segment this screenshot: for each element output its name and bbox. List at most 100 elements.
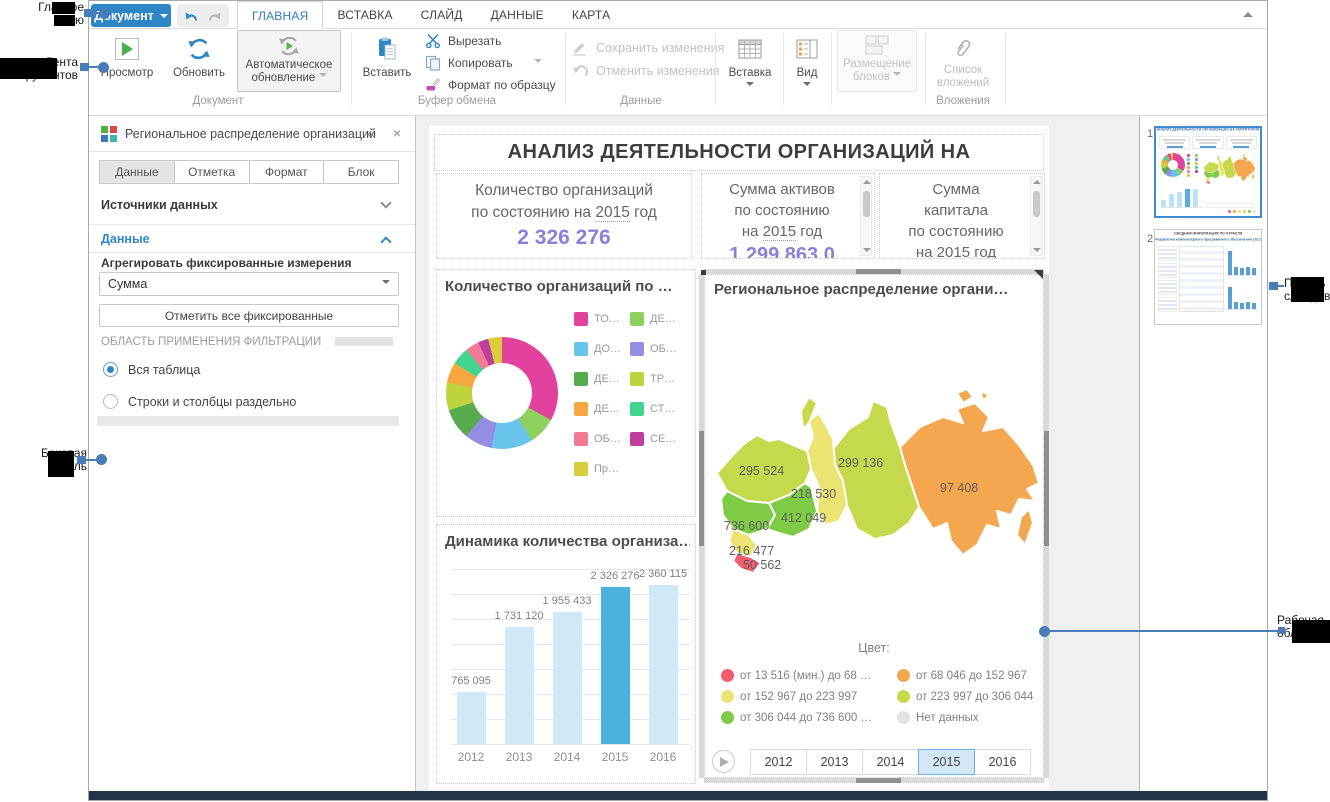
section-data[interactable]: Данные xyxy=(101,232,396,246)
tab-home[interactable]: ГЛАВНАЯ xyxy=(237,1,323,29)
selection-handle-left[interactable] xyxy=(699,431,704,546)
scroll-down-icon[interactable] xyxy=(863,248,871,252)
sidebar-scroll-track[interactable] xyxy=(97,416,399,426)
format-painter-button[interactable]: Формат по образцу xyxy=(425,76,556,94)
scroll-thumb[interactable] xyxy=(863,191,870,217)
paste-button[interactable]: Вставить xyxy=(357,32,417,80)
bar-2014[interactable] xyxy=(553,612,582,744)
bar-2012[interactable] xyxy=(457,692,486,744)
donut-chart-block[interactable]: Количество организаций по … ТО…ДЕ…ДО…ОБ…… xyxy=(436,269,696,517)
region-far-east-island[interactable] xyxy=(957,389,973,403)
ribbon-separator xyxy=(1005,33,1006,105)
section-data-sources[interactable]: Источники данных xyxy=(101,198,396,212)
callout-connector-dot xyxy=(99,8,110,19)
cut-button[interactable]: Вырезать xyxy=(425,32,501,50)
legend-label: ДЕ… xyxy=(594,403,620,415)
kpi-count-block[interactable]: Количество организаций по состоянию на 2… xyxy=(436,173,692,259)
scroll-down-icon[interactable] xyxy=(1033,248,1041,252)
sidebar-tab-format[interactable]: Формат xyxy=(250,161,325,183)
kpi-count-year[interactable]: 2015 xyxy=(595,204,629,222)
kpi-assets-scrollbar[interactable] xyxy=(860,176,872,256)
map-block[interactable]: Региональное распределение органи… xyxy=(704,274,1044,778)
collapse-panel-icon[interactable]: « xyxy=(367,125,375,141)
map-title: Региональное распределение органи… xyxy=(714,281,1008,298)
donut-legend-item[interactable]: ТР… xyxy=(630,364,690,394)
region-siberia[interactable] xyxy=(833,401,919,539)
tab-map[interactable]: КАРТА xyxy=(558,1,624,29)
kpi-capital-year[interactable]: 2015 xyxy=(937,244,970,259)
scroll-up-icon[interactable] xyxy=(863,180,871,184)
attachments-button[interactable]: Список вложений xyxy=(931,32,995,90)
screenshot-stage: Главное меню Лента инструментов Боковая … xyxy=(0,0,1330,802)
donut-legend-item[interactable]: ДЕ… xyxy=(574,364,630,394)
bar-2015[interactable] xyxy=(601,587,630,744)
tab-slide[interactable]: СЛАЙД xyxy=(407,1,477,29)
callout-connector-line xyxy=(1278,285,1284,287)
tab-insert[interactable]: ВСТАВКА xyxy=(323,1,406,29)
refresh-button[interactable]: Обновить xyxy=(165,32,233,80)
selection-corner-mark[interactable] xyxy=(1034,270,1043,279)
scroll-thumb[interactable] xyxy=(1033,191,1040,217)
bar-2016[interactable] xyxy=(649,585,678,744)
year-button-2012[interactable]: 2012 xyxy=(750,749,807,775)
sidebar-tab-block[interactable]: Блок xyxy=(324,161,398,183)
region-far-east-island[interactable] xyxy=(981,391,989,401)
bar-chart-block[interactable]: Динамика количества организа… 765 095201… xyxy=(436,524,696,784)
auto-refresh-button[interactable]: Автоматическое обновление xyxy=(237,30,341,92)
donut-legend-item[interactable]: СТ… xyxy=(630,394,690,424)
kpi-capital-scrollbar[interactable] xyxy=(1030,176,1042,256)
view-button[interactable]: Вид xyxy=(787,32,827,90)
kpi-assets-block[interactable]: Сумма активов по состоянию на 2015 год 1… xyxy=(701,173,875,259)
kpi-capital-block[interactable]: Сумма капитала по состоянию на 2015 год xyxy=(879,173,1045,259)
donut-legend-item[interactable]: ДЕ… xyxy=(630,304,690,334)
sidebar-tab-data[interactable]: Данные xyxy=(100,161,175,183)
slide-thumbnail-2[interactable]: СВОДНАЯ ИНФОРМАЦИЯ ПО ОТРАСЛИ Разработка… xyxy=(1154,229,1262,325)
donut-legend-item[interactable]: Пр… xyxy=(574,454,630,484)
year-button-2014[interactable]: 2014 xyxy=(862,749,919,775)
undo-icon[interactable] xyxy=(182,7,200,25)
slide1-mini-map-legend xyxy=(1228,210,1256,213)
close-panel-icon[interactable]: × xyxy=(393,125,401,141)
donut-chart[interactable] xyxy=(446,337,558,449)
redo-icon[interactable] xyxy=(206,7,224,25)
aggregate-label: Агрегировать фиксированные измерения xyxy=(101,256,396,270)
legend-dot xyxy=(897,711,910,724)
donut-legend-item[interactable]: СЕ… xyxy=(630,424,690,454)
donut-legend-item[interactable]: ДЕ… xyxy=(574,394,630,424)
selection-handle-right[interactable] xyxy=(1044,431,1049,546)
sidebar-tab-mark[interactable]: Отметка xyxy=(175,161,250,183)
undo-changes-button[interactable]: Отменить изменения xyxy=(571,62,719,80)
aggregate-select[interactable]: Сумма xyxy=(99,272,399,296)
scroll-up-icon[interactable] xyxy=(1033,180,1041,184)
preview-icon xyxy=(115,34,139,64)
selection-corner-mark[interactable] xyxy=(701,270,706,275)
insert-block-button[interactable]: Вставка xyxy=(721,32,779,90)
slide2-title: СВОДНАЯ ИНФОРМАЦИЯ ПО ОТРАСЛИ xyxy=(1155,232,1261,235)
selection-handle-bottom[interactable] xyxy=(856,778,901,783)
radio-rows-columns[interactable]: Строки и столбцы раздельно xyxy=(103,394,296,409)
region-far-east-sakhalin[interactable] xyxy=(1017,509,1033,545)
donut-legend-item[interactable]: ОБ… xyxy=(574,424,630,454)
tab-data[interactable]: ДАННЫЕ xyxy=(477,1,558,29)
mark-all-fixed-button[interactable]: Отметить все фиксированные xyxy=(99,304,399,327)
legend-swatch xyxy=(574,462,588,476)
donut-legend-item[interactable]: ОБ… xyxy=(630,334,690,364)
play-button[interactable] xyxy=(712,750,735,773)
map-value-central: 736 600 xyxy=(724,519,769,533)
year-button-2015[interactable]: 2015 xyxy=(918,749,975,775)
donut-legend-item[interactable]: ТО… xyxy=(574,304,630,334)
kpi-assets-year[interactable]: 2015 xyxy=(763,223,796,241)
save-changes-button[interactable]: Сохранить изменения xyxy=(571,39,724,57)
year-button-2013[interactable]: 2013 xyxy=(806,749,863,775)
radio-whole-table[interactable]: Вся таблица xyxy=(103,362,200,377)
slide-thumbnail-1[interactable]: АНАЛИЗ ДЕЯТЕЛЬНОСТИ ОРГАНИЗАЦИЙ НА ТЕРРИ… xyxy=(1154,126,1262,218)
dashboard-title-block[interactable]: АНАЛИЗ ДЕЯТЕЛЬНОСТИ ОРГАНИЗАЦИЙ НА xyxy=(434,134,1044,171)
year-button-2016[interactable]: 2016 xyxy=(974,749,1031,775)
copy-button[interactable]: Копировать xyxy=(425,54,542,72)
layout-blocks-button[interactable]: Размещение блоков xyxy=(837,30,917,92)
selection-handle-top[interactable] xyxy=(856,269,901,274)
russia-map[interactable]: 295 524 299 136 218 530 97 408 736 600 4… xyxy=(705,387,1045,622)
bar-2013[interactable] xyxy=(505,627,534,744)
collapse-ribbon-icon[interactable] xyxy=(1243,12,1253,17)
donut-legend-item[interactable]: ДО… xyxy=(574,334,630,364)
